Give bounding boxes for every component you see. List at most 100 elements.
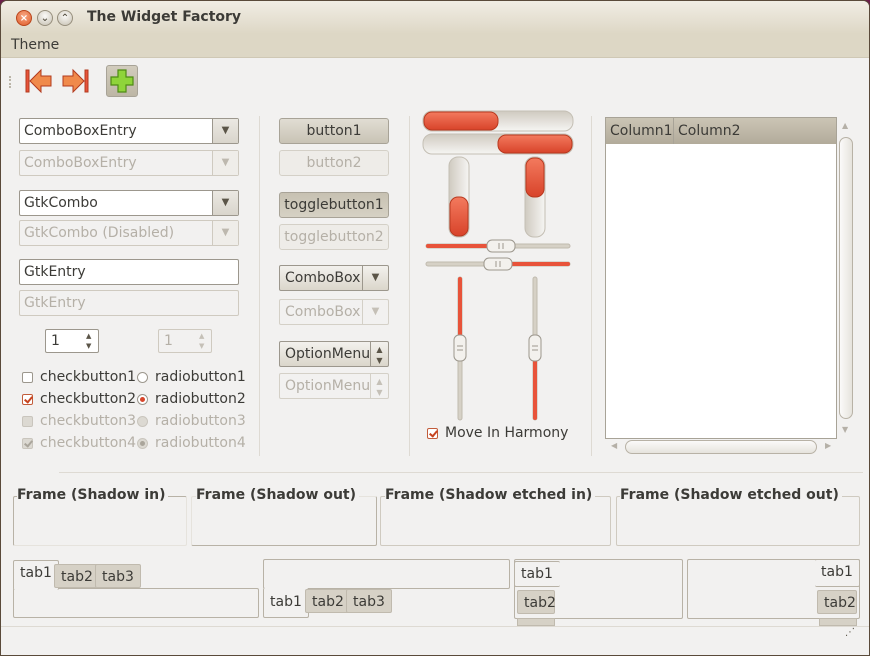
hprogress-1 — [422, 110, 574, 132]
checkbox-checked-icon — [427, 428, 438, 439]
radiobutton2-label: radiobutton2 — [155, 391, 246, 407]
updown-icon[interactable]: ▲ ▼ — [370, 342, 388, 366]
notebook-bottom — [263, 559, 510, 589]
gtkentry-disabled-value: GtkEntry — [24, 295, 86, 311]
frame-shadow-in-label: Frame (Shadow in) — [17, 487, 169, 503]
tab-top-1[interactable]: tab1 — [13, 560, 59, 590]
goto-last-button[interactable] — [59, 65, 91, 97]
checkbutton3: checkbutton3 — [19, 411, 136, 431]
title-bar: × ⌄ ⌃ The Widget Factory — [1, 1, 869, 34]
radiobutton3: radiobutton3 — [134, 411, 246, 431]
scroll-down-icon[interactable]: ▼ — [842, 425, 848, 434]
scrollbar-thumb[interactable] — [625, 440, 817, 454]
comboboxentry-value: ComboBoxEntry — [24, 123, 137, 139]
scroll-up-icon[interactable]: ▲ — [842, 121, 848, 130]
separator — [409, 116, 410, 456]
scrollbar-thumb[interactable] — [839, 137, 853, 419]
optionmenu-value: OptionMenu — [285, 346, 371, 362]
gtkcombo-disabled-value: GtkCombo (Disabled) — [24, 225, 175, 241]
chevron-down-icon[interactable]: ▼ — [212, 191, 238, 215]
radiobutton1-label: radiobutton1 — [155, 369, 246, 385]
tab-top-3[interactable]: tab3 — [95, 564, 141, 588]
checkbutton1[interactable]: checkbutton1 — [19, 367, 136, 387]
tab-right-2[interactable]: tab2 — [817, 590, 857, 614]
optionmenu-disabled: OptionMenu ▲ ▼ — [279, 373, 389, 399]
separator — [259, 116, 260, 456]
vprogress-2 — [524, 156, 546, 238]
vprogress-1 — [448, 156, 470, 238]
togglebutton1[interactable]: togglebutton1 — [279, 192, 389, 218]
column-header-2[interactable]: Column2 — [674, 118, 836, 144]
radio-selected-icon — [137, 394, 148, 405]
radio-icon — [137, 416, 148, 427]
frame-shadow-etched-in — [380, 496, 611, 546]
tab-left-2[interactable]: tab2 — [517, 590, 556, 614]
tab-bottom-3[interactable]: tab3 — [346, 589, 392, 613]
move-in-harmony-checkbox[interactable]: Move In Harmony — [424, 423, 568, 443]
chevron-down-icon[interactable]: ▼ — [362, 266, 388, 290]
progress-and-scales — [422, 110, 574, 421]
checkbox-icon — [22, 416, 33, 427]
goto-first-icon — [25, 68, 52, 94]
updown-icon: ▲ ▼ — [370, 374, 388, 398]
goto-first-button[interactable] — [23, 65, 55, 97]
spin-value: 1 — [51, 333, 60, 349]
frame-shadow-out-label: Frame (Shadow out) — [196, 487, 359, 503]
main-window: × ⌄ ⌃ The Widget Factory Theme ComboBoxE… — [0, 0, 870, 656]
hscale-1[interactable] — [425, 239, 571, 253]
tab-bottom-1[interactable]: tab1 — [263, 588, 309, 618]
combobox-disabled: ComboBox ▼ — [279, 299, 389, 325]
spin-arrows-icon: ▲ ▼ — [199, 332, 205, 350]
resize-grip-icon[interactable]: ⋰ — [845, 627, 855, 638]
gtkentry[interactable]: GtkEntry — [19, 259, 239, 285]
column-header-1[interactable]: Column1 — [606, 118, 674, 144]
separator — [591, 116, 592, 456]
tab-top-2[interactable]: tab2 — [54, 564, 100, 588]
radiobutton4: radiobutton4 — [134, 433, 246, 453]
radio-icon — [137, 372, 148, 383]
tab-right-1[interactable]: tab1 — [815, 559, 860, 587]
radiobutton1[interactable]: radiobutton1 — [134, 367, 246, 387]
comboboxentry[interactable]: ComboBoxEntry ▼ — [19, 118, 239, 144]
checkbutton4-label: checkbutton4 — [40, 435, 137, 451]
chevron-down-icon[interactable]: ▼ — [212, 119, 238, 143]
optionmenu[interactable]: OptionMenu ▲ ▼ — [279, 341, 389, 367]
tab-left-1[interactable]: tab1 — [514, 561, 560, 587]
combobox-value: ComboBox — [285, 270, 361, 286]
hscale-2[interactable] — [425, 257, 571, 271]
separator — [59, 472, 863, 473]
gtkcombo[interactable]: GtkCombo ▼ — [19, 190, 239, 216]
spin-button[interactable]: 1 ▲ ▼ — [45, 329, 99, 353]
maximize-icon[interactable]: ⌃ — [57, 10, 73, 26]
add-button[interactable] — [106, 65, 138, 97]
scroll-left-icon[interactable]: ◀ — [611, 441, 617, 450]
button1[interactable]: button1 — [279, 118, 389, 144]
scroll-right-icon[interactable]: ▶ — [825, 441, 831, 450]
frame-shadow-etched-out-label: Frame (Shadow etched out) — [620, 487, 842, 503]
radiobutton3-label: radiobutton3 — [155, 413, 246, 429]
gtkentry-disabled: GtkEntry — [19, 290, 239, 316]
tab-bottom-2[interactable]: tab2 — [305, 589, 351, 613]
comboboxentry-disabled: ComboBoxEntry ▼ — [19, 150, 239, 176]
minimize-icon[interactable]: ⌄ — [37, 10, 53, 26]
toolbar-grip[interactable] — [9, 76, 12, 88]
vscale-2[interactable] — [528, 276, 542, 421]
radiobutton4-label: radiobutton4 — [155, 435, 246, 451]
horizontal-scrollbar[interactable]: ◀ ▶ — [609, 439, 835, 455]
spin-arrows-icon[interactable]: ▲ ▼ — [86, 331, 96, 351]
radiobutton2[interactable]: radiobutton2 — [134, 389, 246, 409]
combobox[interactable]: ComboBox ▼ — [279, 265, 389, 291]
checkbutton2[interactable]: checkbutton2 — [19, 389, 136, 409]
gtkentry-value: GtkEntry — [24, 264, 86, 280]
button2: button2 — [279, 150, 389, 176]
checkbutton4: checkbutton4 — [19, 433, 136, 453]
vscale-1[interactable] — [453, 276, 467, 421]
tab-right-3-partial[interactable] — [819, 618, 857, 626]
tab-left-3-partial[interactable] — [517, 618, 555, 626]
checkbutton2-label: checkbutton2 — [40, 391, 137, 407]
tree-view[interactable]: Column1 Column2 — [605, 117, 837, 439]
menu-theme[interactable]: Theme — [11, 37, 59, 53]
togglebutton2: togglebutton2 — [279, 224, 389, 250]
vertical-scrollbar[interactable]: ▲ ▼ — [839, 121, 853, 437]
close-icon[interactable]: × — [16, 10, 32, 26]
